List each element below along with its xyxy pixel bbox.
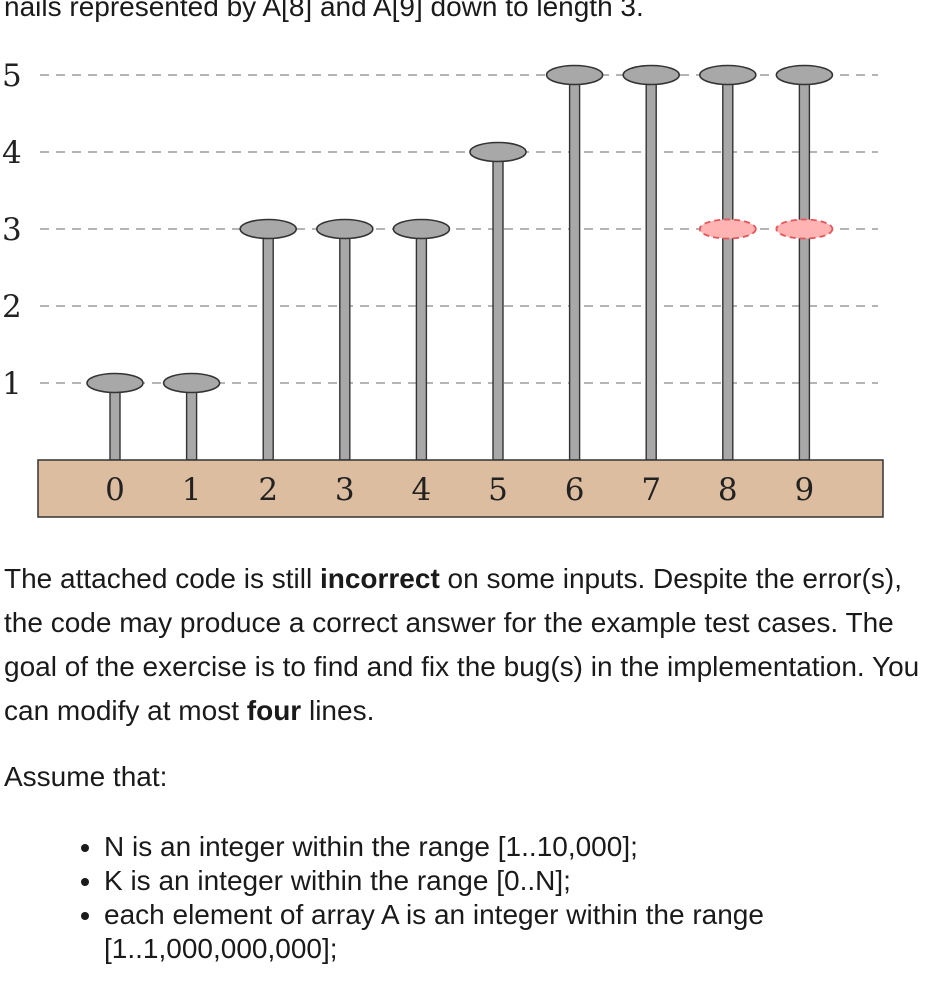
x-tick-label: 6 (565, 472, 585, 508)
list-item: N is an integer within the range [1..10,… (104, 830, 924, 864)
nail-head (775, 64, 834, 86)
x-tick-label: 7 (641, 472, 661, 508)
x-tick-label: 3 (335, 472, 355, 508)
reduced-nail-head (698, 218, 757, 240)
x-tick-label: 1 (182, 472, 202, 508)
y-tick-label: 2 (2, 289, 22, 325)
nail-head (469, 141, 527, 163)
nail-shaft (645, 74, 657, 461)
y-tick-label: 3 (2, 212, 22, 248)
x-tick-label: 2 (258, 472, 278, 508)
x-tick-label: 4 (412, 472, 432, 508)
nails-figure: 1 2 3 4 5 0 1 2 3 4 5 6 7 8 9 (2, 58, 884, 518)
nail-shaft (262, 228, 274, 461)
bold-four: four (246, 695, 302, 726)
board (37, 459, 884, 518)
nail-head (162, 372, 221, 394)
nail-shaft (568, 74, 581, 461)
y-tick-label: 5 (2, 58, 22, 94)
list-item: each element of array A is an integer wi… (104, 898, 924, 966)
nail-head (392, 218, 451, 240)
bold-incorrect: incorrect (319, 563, 440, 594)
nail-shaft (415, 228, 428, 461)
list-item: K is an integer within the range [0..N]; (104, 864, 924, 898)
nail-head (698, 64, 757, 86)
nail-head (86, 372, 144, 394)
nail-head (622, 64, 681, 86)
nail-shaft (492, 151, 504, 461)
nail-shaft (109, 382, 121, 461)
nail-head (315, 218, 374, 240)
x-tick-label: 8 (718, 472, 738, 508)
y-tick-label: 1 (2, 366, 22, 402)
nail-shaft (339, 228, 351, 461)
x-tick-label: 5 (488, 472, 508, 508)
intro-fragment: nails represented by A[8] and A[9] down … (4, 0, 644, 22)
nail-head (239, 218, 298, 240)
reduced-nail-head (775, 218, 834, 240)
instructions-paragraph: The attached code is still incorrect on … (4, 563, 920, 726)
nail-shaft (722, 74, 734, 461)
y-tick-label: 4 (2, 135, 22, 171)
assume-label: Assume that: (4, 761, 168, 792)
nail-shaft (798, 74, 811, 461)
x-tick-label: 9 (795, 472, 815, 508)
nail-head (545, 64, 604, 86)
x-tick-label: 0 (105, 472, 125, 508)
nail-shaft (185, 382, 198, 461)
constraints-list: N is an integer within the range [1..10,… (60, 830, 924, 966)
